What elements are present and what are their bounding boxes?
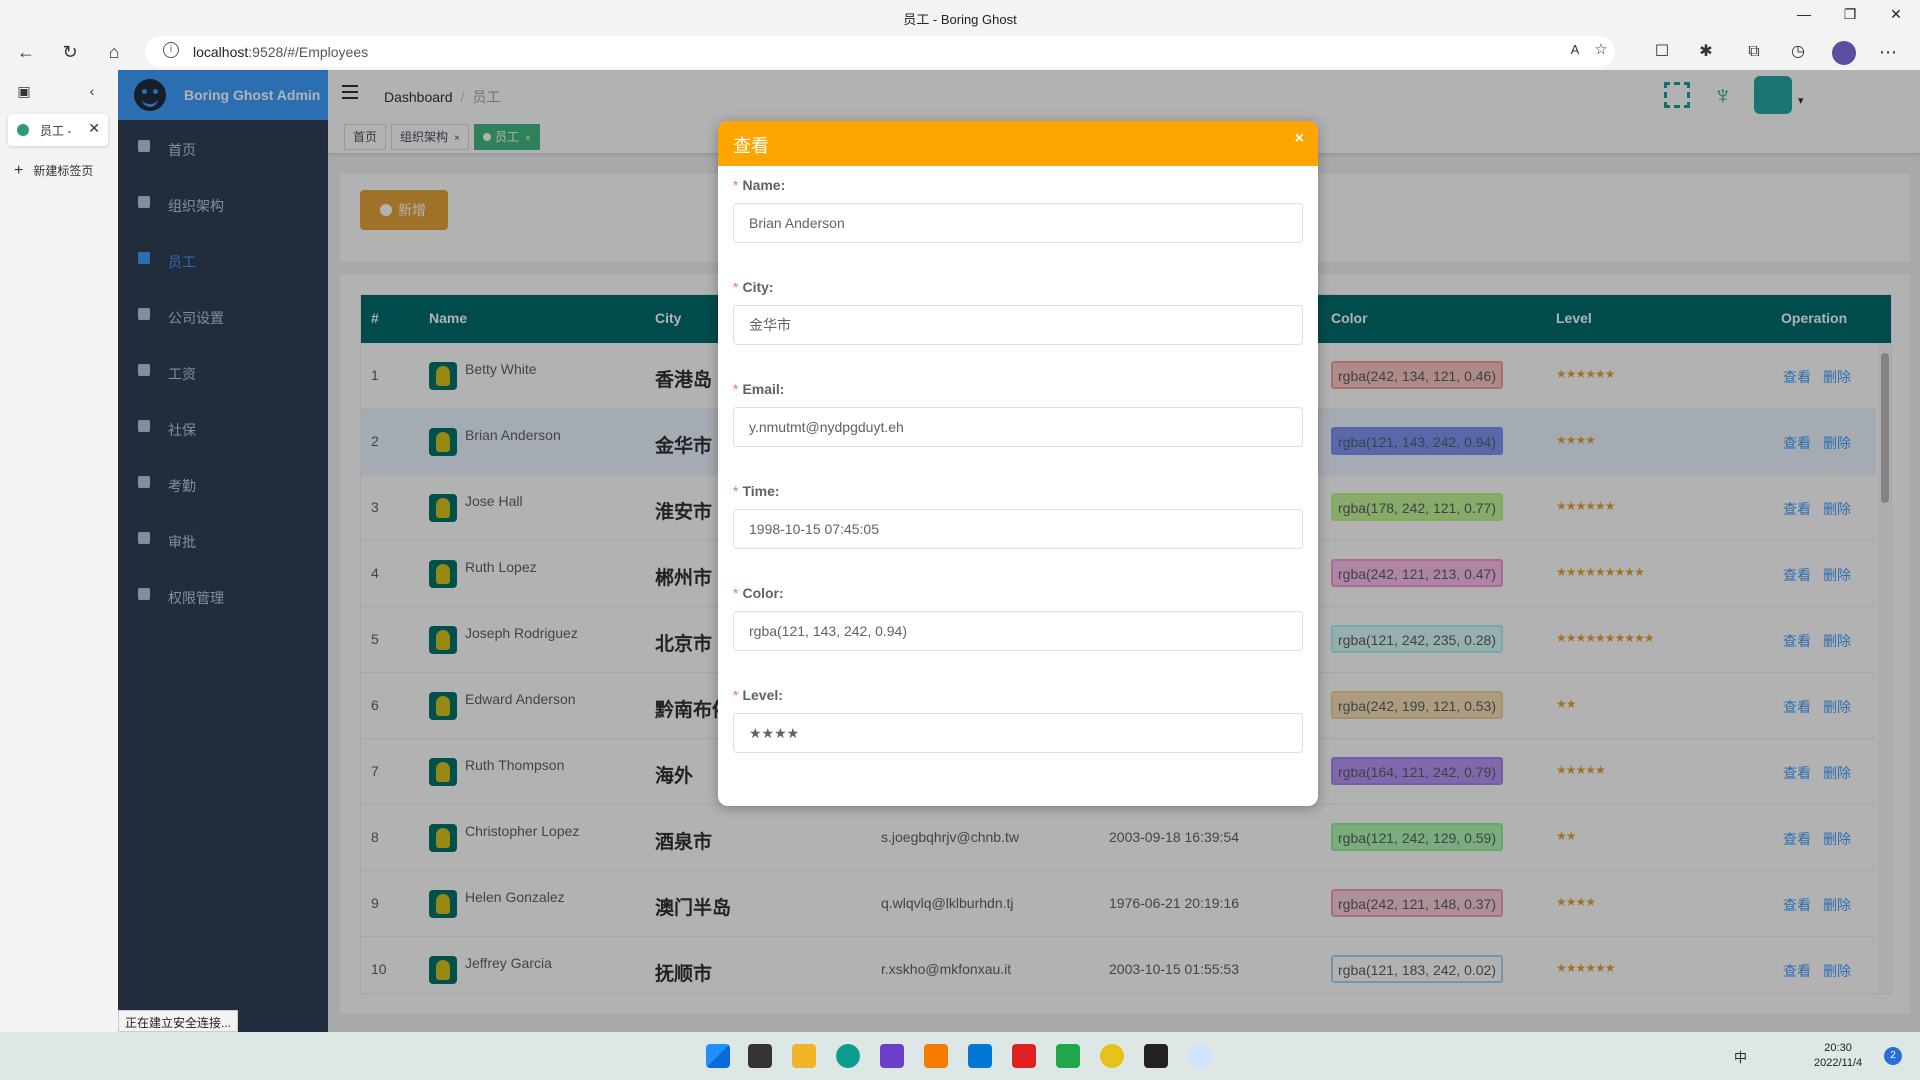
field-input[interactable]: rgba(121, 143, 242, 0.94)	[733, 611, 1303, 651]
home-icon[interactable]: ⌂	[102, 41, 126, 65]
address-bar[interactable]: i localhost:9528/#/Employees A ☆	[145, 36, 1615, 67]
dialog-title: 查看	[733, 136, 769, 156]
field-input[interactable]: 1998-10-15 07:45:05	[733, 509, 1303, 549]
taskbar: 中 20:30 2022/11/4 2	[0, 1032, 1920, 1080]
more-icon[interactable]: ⋯	[1876, 41, 1900, 65]
youdao-icon[interactable]	[1012, 1044, 1036, 1068]
favorites-add-icon[interactable]: ☆	[1589, 39, 1613, 63]
tab-label: 员工 -	[40, 124, 72, 138]
clock[interactable]: 20:30 2022/11/4	[1814, 1041, 1862, 1071]
dialog-header: 查看 ×	[718, 121, 1318, 166]
task-view-icon[interactable]	[748, 1044, 772, 1068]
ime-indicator[interactable]: 中	[1734, 1047, 1747, 1066]
browser-tab-active[interactable]: 员工 - ✕	[8, 114, 108, 146]
close-window-button[interactable]: ✕	[1876, 6, 1916, 23]
terminal-icon[interactable]	[1144, 1044, 1168, 1068]
status-bar-text: 正在建立安全连接...	[118, 1010, 239, 1032]
app-icon[interactable]	[1100, 1044, 1124, 1068]
notification-badge[interactable]: 2	[1884, 1047, 1902, 1065]
field-label: * City:	[733, 279, 774, 295]
restore-button[interactable]: ❐	[1830, 6, 1870, 23]
browser-toolbar: ← ↻ ⌂ i localhost:9528/#/Employees A ☆ ☐…	[0, 34, 1920, 70]
field-label: * Name:	[733, 177, 786, 193]
field-label: * Email:	[733, 381, 785, 397]
new-tab-button[interactable]: + 新建标签页	[14, 162, 93, 180]
read-aloud-icon[interactable]: A	[1563, 39, 1587, 63]
file-explorer-icon[interactable]	[792, 1044, 816, 1068]
minimize-button[interactable]: —	[1784, 6, 1824, 22]
refresh-icon[interactable]: ↻	[58, 41, 82, 65]
back-icon[interactable]: ←	[14, 41, 38, 65]
tab-close-icon[interactable]: ✕	[88, 120, 100, 137]
field-input[interactable]: Brian Anderson	[733, 203, 1303, 243]
vscode-icon[interactable]	[968, 1044, 992, 1068]
start-icon[interactable]	[706, 1044, 730, 1068]
tab-actions-icon[interactable]: ▣	[12, 80, 36, 104]
view-dialog: 查看 × * Name: Brian Anderson * City: 金华市 * Email…	[718, 121, 1318, 806]
tab-favicon-icon	[17, 124, 29, 136]
field-input[interactable]: ★★★★	[733, 713, 1303, 753]
field-input[interactable]: 金华市	[733, 305, 1303, 345]
field-label: * Time:	[733, 483, 780, 499]
app-icon-2[interactable]	[1188, 1044, 1212, 1068]
field-input[interactable]: y.nmutmt@nydpgduyt.eh	[733, 407, 1303, 447]
field-label: * Color:	[733, 585, 784, 601]
field-label: * Level:	[733, 687, 783, 703]
collections-icon[interactable]: ☐	[1650, 41, 1674, 65]
window-title: 员工 - Boring Ghost	[903, 12, 1017, 27]
edge-icon[interactable]	[836, 1044, 860, 1068]
collapse-pane-icon[interactable]: ‹	[80, 80, 104, 104]
obsidian-icon[interactable]	[880, 1044, 904, 1068]
extensions-icon[interactable]: ✱	[1694, 41, 1718, 65]
url-text: localhost:9528/#/Employees	[193, 44, 369, 60]
profile-avatar[interactable]	[1832, 41, 1856, 65]
split-screen-icon[interactable]: ⧉	[1742, 41, 1766, 65]
close-icon[interactable]: ×	[1295, 130, 1304, 148]
sublime-icon[interactable]	[924, 1044, 948, 1068]
plus-icon: +	[14, 162, 24, 179]
hbuilder-icon[interactable]	[1056, 1044, 1080, 1068]
window-titlebar: 员工 - Boring Ghost — ❐ ✕	[0, 0, 1920, 34]
info-icon[interactable]: i	[163, 42, 179, 58]
history-icon[interactable]: ◷	[1786, 41, 1810, 65]
vertical-tabs-pane: ▣ ‹ 员工 - ✕ + 新建标签页	[0, 70, 118, 1032]
